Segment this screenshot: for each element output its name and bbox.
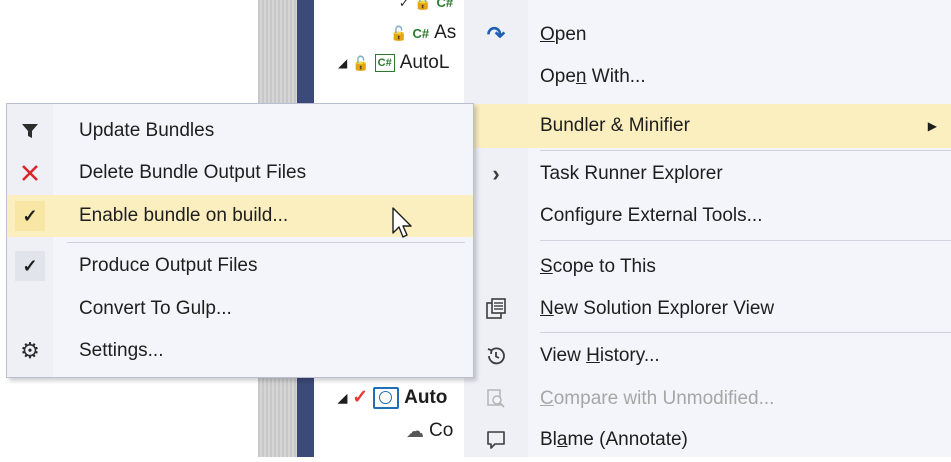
menu-item-convert-to-gulp[interactable]: Convert To Gulp... xyxy=(7,288,473,330)
menu-item-scope-to-this[interactable]: Scope to This xyxy=(464,245,951,289)
tree-row[interactable]: ✓ 🔒 C# xyxy=(399,0,453,11)
web-project-icon xyxy=(373,386,400,409)
checkmark-icon: ✓ xyxy=(15,201,45,231)
menu-item-label: Open xyxy=(540,24,587,45)
menu-item-label: View History... xyxy=(540,345,660,366)
menu-item-open[interactable]: ↷ Open xyxy=(464,13,951,57)
connected-services-icon: ☁ xyxy=(406,420,424,441)
menu-separator xyxy=(540,332,951,333)
menu-item-label: Task Runner Explorer xyxy=(540,163,723,184)
lock-icon: 🔓 xyxy=(352,54,370,71)
menu-item-label: Compare with Unmodified... xyxy=(540,388,775,409)
submenu-arrow-icon: ▶ xyxy=(927,119,937,133)
tree-item-label: Auto xyxy=(404,386,448,408)
funnel-icon xyxy=(7,110,53,152)
lock-icon: 🔓 xyxy=(390,24,408,41)
lock-icon: 🔒 xyxy=(414,0,432,10)
csharp-file-icon: C# xyxy=(436,0,454,10)
menu-item-open-with[interactable]: Open With... xyxy=(464,55,951,99)
gear-icon: ⚙ xyxy=(20,338,40,363)
checked-icon: ✓ xyxy=(399,0,410,10)
expand-triangle-icon[interactable]: ◢ xyxy=(338,56,347,70)
menu-item-compare-with-unmodified[interactable]: Compare with Unmodified... xyxy=(464,377,951,421)
menu-item-delete-bundle-output-files[interactable]: Delete Bundle Output Files xyxy=(7,152,473,194)
empty-icon-slot xyxy=(7,288,53,330)
menu-item-label: Settings... xyxy=(79,340,164,361)
comment-icon xyxy=(464,418,528,462)
open-redo-arrow-icon: ↷ xyxy=(486,22,506,47)
tree-item-label: AutoL xyxy=(399,52,450,73)
csharp-file-icon: C# xyxy=(412,25,430,41)
menu-item-label: Produce Output Files xyxy=(79,255,258,276)
red-x-icon xyxy=(7,152,53,194)
tree-row[interactable]: ◢ ✓ Auto xyxy=(338,386,447,409)
menu-item-label: Delete Bundle Output Files xyxy=(79,162,307,183)
compare-icon xyxy=(464,377,528,421)
expand-triangle-icon[interactable]: ◢ xyxy=(338,391,347,405)
checkmark-icon-container: ✓ xyxy=(7,195,53,237)
menu-item-label: Convert To Gulp... xyxy=(79,298,232,319)
menu-separator xyxy=(67,242,465,243)
menu-item-view-history[interactable]: View History... xyxy=(464,334,951,378)
checkmark-icon-container: ✓ xyxy=(7,245,53,287)
menu-item-configure-external-tools[interactable]: Configure External Tools... xyxy=(464,194,951,238)
csharp-project-icon: C# xyxy=(374,54,395,72)
menu-item-produce-output-files[interactable]: ✓ Produce Output Files xyxy=(7,245,473,287)
menu-item-label: Update Bundles xyxy=(79,120,215,141)
tree-row[interactable]: 🔓 C# As xyxy=(390,22,456,44)
tree-item-label: As xyxy=(434,22,457,43)
menu-item-label: Open With... xyxy=(540,66,646,87)
menu-separator xyxy=(540,240,951,241)
menu-separator xyxy=(540,150,951,151)
menu-item-blame-annotate[interactable]: Blame (Annotate) xyxy=(464,418,951,462)
menu-item-task-runner-explorer[interactable]: › Task Runner Explorer xyxy=(464,152,951,196)
red-checkmark-icon: ✓ xyxy=(352,387,369,408)
tree-item-label: Co xyxy=(429,420,454,441)
menu-item-label: Configure External Tools... xyxy=(540,205,763,226)
context-menu: ↷ Open Open With... Bundler & Minifier ▶… xyxy=(464,0,951,457)
empty-icon-slot xyxy=(464,55,528,99)
menu-item-update-bundles[interactable]: Update Bundles xyxy=(7,110,473,152)
checkmark-icon: ✓ xyxy=(15,251,45,281)
menu-item-new-solution-explorer-view[interactable]: New Solution Explorer View xyxy=(464,287,951,331)
menu-item-label: Bundler & Minifier xyxy=(540,115,690,136)
menu-item-bundler-minifier[interactable]: Bundler & Minifier ▶ xyxy=(464,104,951,148)
tree-row[interactable]: ☁ Co xyxy=(406,420,453,442)
menu-item-label: New Solution Explorer View xyxy=(540,298,775,319)
tree-row[interactable]: ◢ 🔓 C# AutoL xyxy=(338,52,449,74)
menu-item-label: Scope to This xyxy=(540,256,656,277)
menu-item-settings[interactable]: ⚙ Settings... xyxy=(7,330,473,372)
mouse-pointer-icon xyxy=(392,207,412,238)
menu-item-label: Blame (Annotate) xyxy=(540,429,688,450)
menu-item-label: Enable bundle on build... xyxy=(79,205,289,226)
